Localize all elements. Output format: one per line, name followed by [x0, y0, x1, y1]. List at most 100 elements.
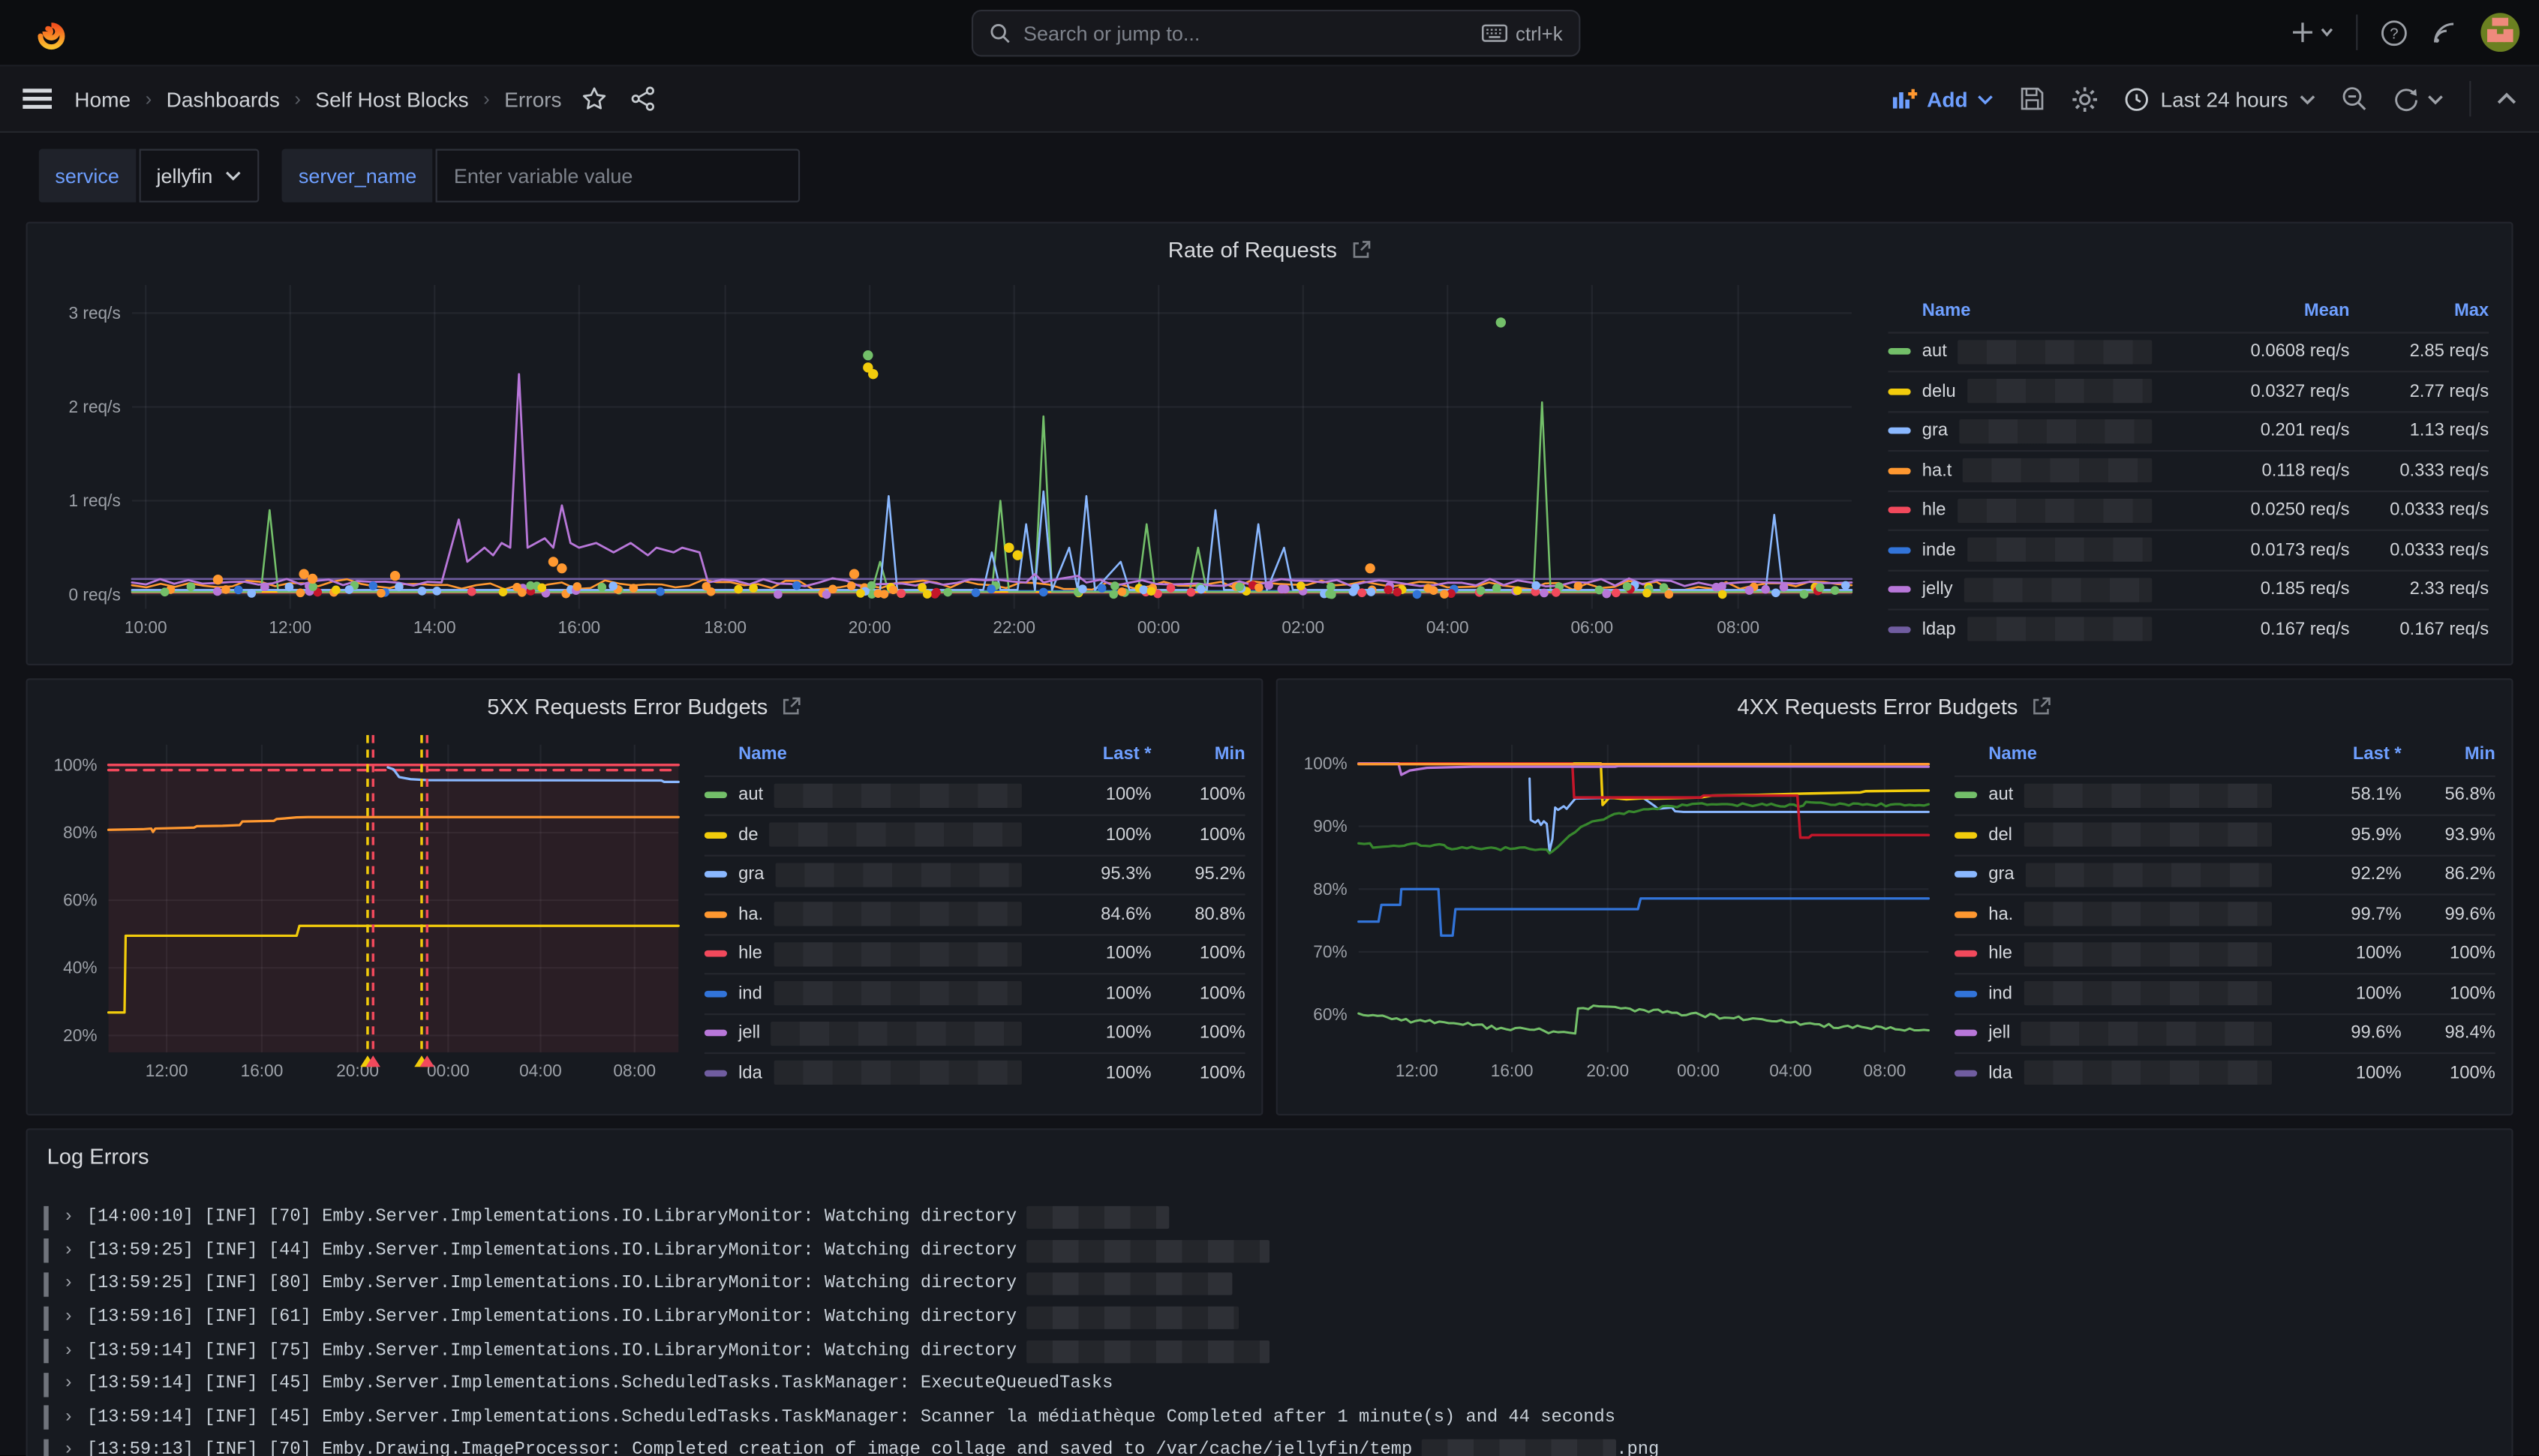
news-icon[interactable]: [2430, 19, 2458, 47]
legend-col-name[interactable]: Name: [1888, 302, 2168, 321]
menu-toggle-icon[interactable]: [23, 88, 52, 110]
panel-4xx-header[interactable]: 4XX Requests Error Budgets: [1278, 680, 2512, 722]
legend-row[interactable]: gra92.2%86.2%: [1955, 854, 2495, 893]
legend-row[interactable]: ha.t0.118 req/s0.333 req/s: [1888, 450, 2489, 490]
panel-5xx-header[interactable]: 5XX Requests Error Budgets: [28, 680, 1262, 722]
external-link-icon[interactable]: [2031, 695, 2052, 716]
legend-row[interactable]: jelly0.185 req/s2.33 req/s: [1888, 569, 2489, 609]
log-level-bar: [44, 1205, 48, 1229]
5xx-chart-plot[interactable]: 12:0016:0020:0000:0004:0008:00100%80%60%…: [41, 725, 688, 1097]
nav-divider: [2469, 81, 2471, 116]
keyboard-icon: [1482, 24, 1508, 42]
expand-log-icon[interactable]: ›: [63, 1275, 74, 1295]
log-row[interactable]: ›[13:59:14] [INF] [45] Emby.Server.Imple…: [44, 1401, 2495, 1434]
legend-row[interactable]: lda100%100%: [705, 1052, 1245, 1092]
time-range-picker[interactable]: Last 24 hours: [2125, 86, 2315, 110]
legend-row[interactable]: hle0.0250 req/s0.0333 req/s: [1888, 490, 2489, 530]
log-row[interactable]: ›[13:59:14] [INF] [75] Emby.Server.Imple…: [44, 1334, 2495, 1367]
favorite-star-icon[interactable]: [581, 86, 607, 112]
legend-col-name[interactable]: Name: [705, 745, 1038, 764]
svg-text:22:00: 22:00: [993, 617, 1035, 637]
legend-row[interactable]: ha.99.7%99.6%: [1955, 893, 2495, 933]
series-color-chip: [1888, 587, 1910, 593]
legend-col[interactable]: Last *: [1038, 745, 1151, 764]
legend-row[interactable]: delu0.0327 req/s2.77 req/s: [1888, 371, 2489, 410]
legend-row[interactable]: gra95.3%95.2%: [705, 854, 1245, 893]
legend-row[interactable]: ldap0.167 req/s0.167 req/s: [1888, 608, 2489, 648]
breadcrumb-item[interactable]: Self Host Blocks: [315, 86, 468, 110]
log-row[interactable]: ›[13:59:13] [INF] [70] Emby.Drawing.Imag…: [44, 1435, 2495, 1456]
legend-value: 80.8%: [1151, 905, 1245, 924]
search-input[interactable]: Search or jump to... ctrl+k: [972, 10, 1580, 57]
legend-col[interactable]: Min: [2402, 745, 2495, 764]
collapse-bar-icon[interactable]: [2497, 92, 2516, 105]
legend-row[interactable]: jell100%100%: [705, 1013, 1245, 1052]
external-link-icon[interactable]: [781, 695, 802, 716]
help-button[interactable]: ?: [2381, 19, 2408, 47]
legend-value: 99.6%: [2288, 1024, 2402, 1043]
legend-row[interactable]: aut58.1%56.8%: [1955, 775, 2495, 815]
expand-log-icon[interactable]: ›: [63, 1442, 74, 1456]
legend-row[interactable]: ind100%100%: [705, 973, 1245, 1013]
4xx-chart-plot[interactable]: 12:0016:0020:0000:0004:0008:00100%90%80%…: [1291, 725, 1938, 1097]
redacted-text: [776, 863, 1022, 887]
expand-log-icon[interactable]: ›: [63, 1241, 74, 1261]
log-row[interactable]: ›[14:00:10] [INF] [70] Emby.Server.Imple…: [44, 1201, 2495, 1234]
log-row[interactable]: ›[13:59:25] [INF] [44] Emby.Server.Imple…: [44, 1235, 2495, 1268]
legend-col[interactable]: Max: [2350, 302, 2489, 321]
log-row[interactable]: ›[13:59:14] [INF] [45] Emby.Server.Imple…: [44, 1368, 2495, 1401]
legend-row[interactable]: aut100%100%: [705, 775, 1245, 815]
legend-row[interactable]: inde0.0173 req/s0.0333 req/s: [1888, 530, 2489, 569]
legend-value: 56.8%: [2402, 785, 2495, 805]
expand-log-icon[interactable]: ›: [63, 1308, 74, 1328]
legend-row[interactable]: hle100%100%: [705, 933, 1245, 973]
legend-value: 1.13 req/s: [2350, 422, 2489, 441]
legend-col[interactable]: Last *: [2288, 745, 2402, 764]
expand-log-icon[interactable]: ›: [63, 1375, 74, 1394]
legend-value: 92.2%: [2288, 865, 2402, 884]
dashboard-settings-button[interactable]: [2072, 85, 2099, 113]
legend-row[interactable]: gra0.201 req/s1.13 req/s: [1888, 410, 2489, 450]
legend-row[interactable]: de100%100%: [705, 815, 1245, 854]
expand-log-icon[interactable]: ›: [63, 1408, 74, 1427]
new-button[interactable]: [2291, 21, 2333, 44]
save-dashboard-button[interactable]: [2020, 86, 2046, 112]
log-row[interactable]: ›[13:59:16] [INF] [61] Emby.Server.Imple…: [44, 1301, 2495, 1334]
legend-row[interactable]: del95.9%93.9%: [1955, 815, 2495, 854]
legend-value: 100%: [1151, 1024, 1245, 1043]
series-name: lda: [705, 1061, 1038, 1085]
legend-row[interactable]: hle100%100%: [1955, 933, 2495, 973]
legend-row[interactable]: jell99.6%98.4%: [1955, 1013, 2495, 1052]
panel-logs-header[interactable]: Log Errors: [28, 1130, 2512, 1172]
expand-log-icon[interactable]: ›: [63, 1208, 74, 1228]
log-row[interactable]: ›[13:59:25] [INF] [80] Emby.Server.Imple…: [44, 1268, 2495, 1301]
expand-log-icon[interactable]: ›: [63, 1341, 74, 1361]
zoom-out-time-button[interactable]: [2342, 86, 2368, 112]
log-level-bar: [44, 1239, 48, 1263]
refresh-button[interactable]: [2393, 86, 2444, 112]
external-link-icon[interactable]: [1350, 239, 1371, 260]
add-button[interactable]: Add: [1891, 86, 1994, 110]
svg-text:12:00: 12:00: [146, 1061, 188, 1080]
legend-value: 2.77 req/s: [2350, 382, 2489, 401]
svg-text:04:00: 04:00: [519, 1061, 562, 1080]
legend-value: 58.1%: [2288, 785, 2402, 805]
legend-value: 100%: [1038, 944, 1151, 964]
share-icon[interactable]: [629, 86, 656, 112]
breadcrumb-item[interactable]: Dashboards: [167, 86, 280, 110]
legend-col[interactable]: Mean: [2168, 302, 2350, 321]
grafana-logo-icon[interactable]: [26, 11, 68, 53]
legend-row[interactable]: ha.84.6%80.8%: [705, 893, 1245, 933]
variable-server-name-input[interactable]: Enter variable value: [436, 149, 801, 203]
panel-rate-header[interactable]: Rate of Requests: [28, 224, 2512, 266]
rate-chart-plot[interactable]: 10:0012:0014:0016:0018:0020:0022:0000:00…: [41, 269, 1872, 650]
legend-row[interactable]: lda100%100%: [1955, 1052, 2495, 1092]
legend-row[interactable]: ind100%100%: [1955, 973, 2495, 1013]
user-avatar[interactable]: [2480, 13, 2519, 52]
legend-value: 100%: [1151, 944, 1245, 964]
breadcrumb-item[interactable]: Home: [74, 86, 131, 110]
legend-row[interactable]: aut0.0608 req/s2.85 req/s: [1888, 331, 2489, 371]
variable-service-select[interactable]: jellyfin: [139, 149, 260, 203]
legend-col[interactable]: Min: [1151, 745, 1245, 764]
legend-col-name[interactable]: Name: [1955, 745, 2288, 764]
